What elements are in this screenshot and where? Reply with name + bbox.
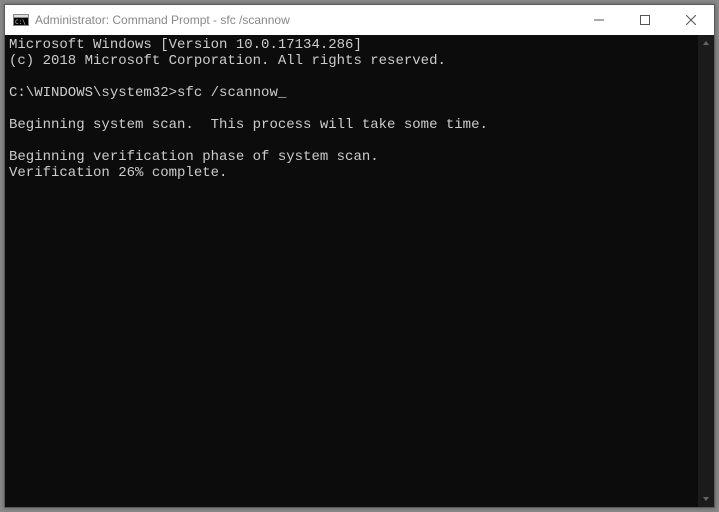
verify-progress-message: Verification 26% complete. (9, 165, 227, 181)
console-area[interactable]: Microsoft Windows [Version 10.0.17134.28… (5, 35, 714, 507)
scroll-up-arrow-icon[interactable] (698, 35, 714, 51)
text-cursor: _ (278, 85, 286, 101)
command-prompt-window: C:\ Administrator: Command Prompt - sfc … (4, 4, 715, 508)
window-title: Administrator: Command Prompt - sfc /sca… (35, 13, 576, 27)
scroll-down-arrow-icon[interactable] (698, 491, 714, 507)
verify-phase-message: Beginning verification phase of system s… (9, 149, 379, 165)
copyright-line: (c) 2018 Microsoft Corporation. All righ… (9, 53, 446, 69)
titlebar[interactable]: C:\ Administrator: Command Prompt - sfc … (5, 5, 714, 35)
minimize-button[interactable] (576, 5, 622, 35)
console-output: Microsoft Windows [Version 10.0.17134.28… (5, 35, 698, 507)
prompt-path: C:\WINDOWS\system32> (9, 85, 177, 101)
maximize-button[interactable] (622, 5, 668, 35)
window-controls (576, 5, 714, 35)
svg-text:C:\: C:\ (15, 19, 26, 26)
typed-command: sfc /scannow (177, 85, 278, 101)
cmd-app-icon: C:\ (13, 12, 29, 28)
os-header-line: Microsoft Windows [Version 10.0.17134.28… (9, 37, 362, 53)
close-button[interactable] (668, 5, 714, 35)
scan-start-message: Beginning system scan. This process will… (9, 117, 488, 133)
vertical-scrollbar[interactable] (698, 35, 714, 507)
